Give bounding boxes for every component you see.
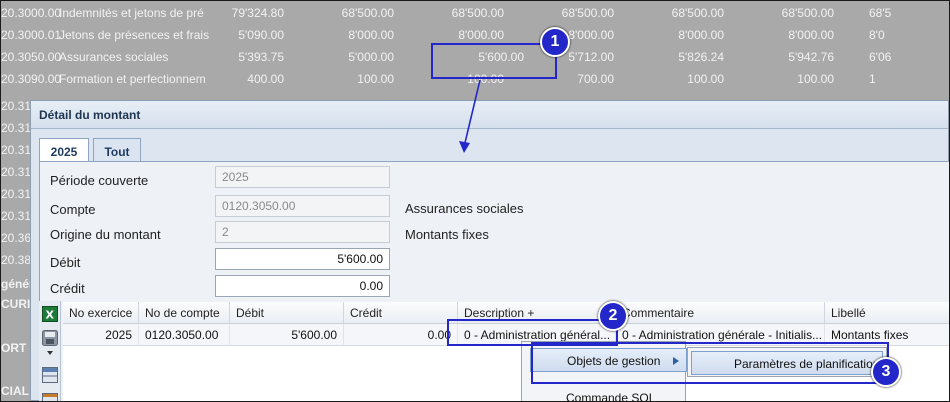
application-window: 20.3000.00 Indemnités et jetons de pré 7… (1, 1, 949, 401)
account-code: 20.3000.00 (1, 6, 62, 20)
excel-icon[interactable]: X (42, 306, 58, 322)
annotation-badge-3: 3 (871, 357, 901, 387)
side-label: 20.36 (1, 231, 32, 245)
account-name: Jetons de présences et frais (59, 28, 209, 42)
annotation-arrow (459, 79, 481, 153)
origine-description: Montants fixes (405, 227, 489, 242)
annotation-box-1 (431, 43, 557, 79)
amount-cell: 8'000.00 (788, 28, 834, 42)
compte-label: Compte (50, 202, 96, 217)
amount-cell: 68'500.00 (341, 6, 394, 20)
side-label: 20.31 (1, 121, 32, 135)
side-label: 20.31 (1, 187, 32, 201)
side-label: 20.38 (1, 253, 32, 267)
grid-toolstrip: X (39, 301, 61, 401)
tab-2025[interactable]: 2025 (39, 138, 89, 163)
account-name: Formation et perfectionnem (59, 72, 206, 86)
tab-tout[interactable]: Tout (93, 138, 141, 162)
compte-description: Assurances sociales (405, 201, 524, 216)
svg-text:X: X (46, 309, 55, 322)
table-row: 20.3000.00 Indemnités et jetons de pré 7… (1, 1, 949, 23)
amount-cell: 68'500.00 (781, 6, 834, 20)
exercice-cell[interactable]: 2025 (63, 324, 139, 346)
periode-label: Période couverte (50, 173, 149, 188)
side-label: 20.31 (1, 143, 32, 157)
annotation-badge-2: 2 (598, 301, 628, 331)
amount-cell: 1 (869, 72, 876, 86)
account-name: Assurances sociales (59, 50, 169, 64)
menu-item-commande-sql[interactable]: Commande SQL (522, 386, 685, 401)
save-icon[interactable] (42, 330, 58, 346)
debit-field[interactable]: 5'600.00 (215, 248, 390, 270)
table-row: 20.3000.01 Jetons de présences et frais … (1, 23, 949, 45)
amount-cell: 79'324.80 (231, 6, 284, 20)
dropdown-arrow-icon[interactable] (42, 347, 58, 357)
side-label: génér (1, 277, 34, 291)
account-code: 20.3050.00 (1, 50, 62, 64)
account-code: 20.3090.00 (1, 72, 62, 86)
amount-cell: 8'000.00 (458, 28, 504, 42)
column-header[interactable]: Libellé (825, 302, 949, 324)
periode-field[interactable]: 2025 (215, 166, 390, 188)
origine-field[interactable]: 2 (215, 221, 390, 243)
column-header[interactable]: Commentaire (616, 302, 825, 324)
panel-icon[interactable] (42, 367, 58, 383)
side-label: CIAL (1, 384, 29, 398)
credit-label: Crédit (50, 281, 85, 296)
amount-cell: 100.00 (797, 72, 834, 86)
amount-cell: 400.00 (247, 72, 284, 86)
side-label: ORT (1, 341, 27, 355)
origine-label: Origine du montant (50, 227, 161, 242)
side-label: 20.31 (1, 99, 32, 113)
annotation-badge-1: 1 (540, 27, 570, 57)
debit-cell[interactable]: 5'600.00 (230, 324, 344, 346)
account-code: 20.3000.01 (1, 28, 62, 42)
amount-cell: 100.00 (357, 72, 394, 86)
column-header[interactable]: No de compte (139, 302, 230, 324)
column-header[interactable]: No exercice (63, 302, 139, 324)
amount-cell: 68'5 (869, 6, 892, 20)
side-label: 20.31 (1, 209, 32, 223)
debit-label: Débit (50, 255, 81, 270)
side-label: CURI (1, 297, 31, 311)
amount-cell: 5'826.24 (678, 50, 724, 64)
amount-cell: 5'000.00 (348, 50, 394, 64)
amount-cell: 6'06 (869, 50, 892, 64)
column-header[interactable]: Crédit (344, 302, 458, 324)
amount-cell: 68'500.00 (561, 6, 614, 20)
credit-cell[interactable]: 0.00 (344, 324, 458, 346)
column-header[interactable]: Débit (230, 302, 344, 324)
amount-cell: 100.00 (687, 72, 724, 86)
amount-cell: 8'000.00 (678, 28, 724, 42)
amount-cell: 8'0 (869, 28, 885, 42)
panel-icon[interactable] (42, 392, 58, 401)
amount-cell: 68'500.00 (451, 6, 504, 20)
compte-field[interactable]: 0120.3050.00 (215, 195, 390, 217)
amount-cell: 5'393.75 (238, 50, 284, 64)
amount-cell: 5'942.76 (788, 50, 834, 64)
compte-cell[interactable]: 0120.3050.00 (139, 324, 230, 346)
annotation-box-3 (531, 342, 889, 384)
amount-cell: 8'000.00 (348, 28, 394, 42)
amount-cell: 5'090.00 (238, 28, 284, 42)
credit-field[interactable]: 0.00 (215, 275, 390, 297)
amount-cell: 68'500.00 (671, 6, 724, 20)
side-label: 20.31 (1, 165, 32, 179)
account-name: Indemnités et jetons de pré (59, 6, 204, 20)
